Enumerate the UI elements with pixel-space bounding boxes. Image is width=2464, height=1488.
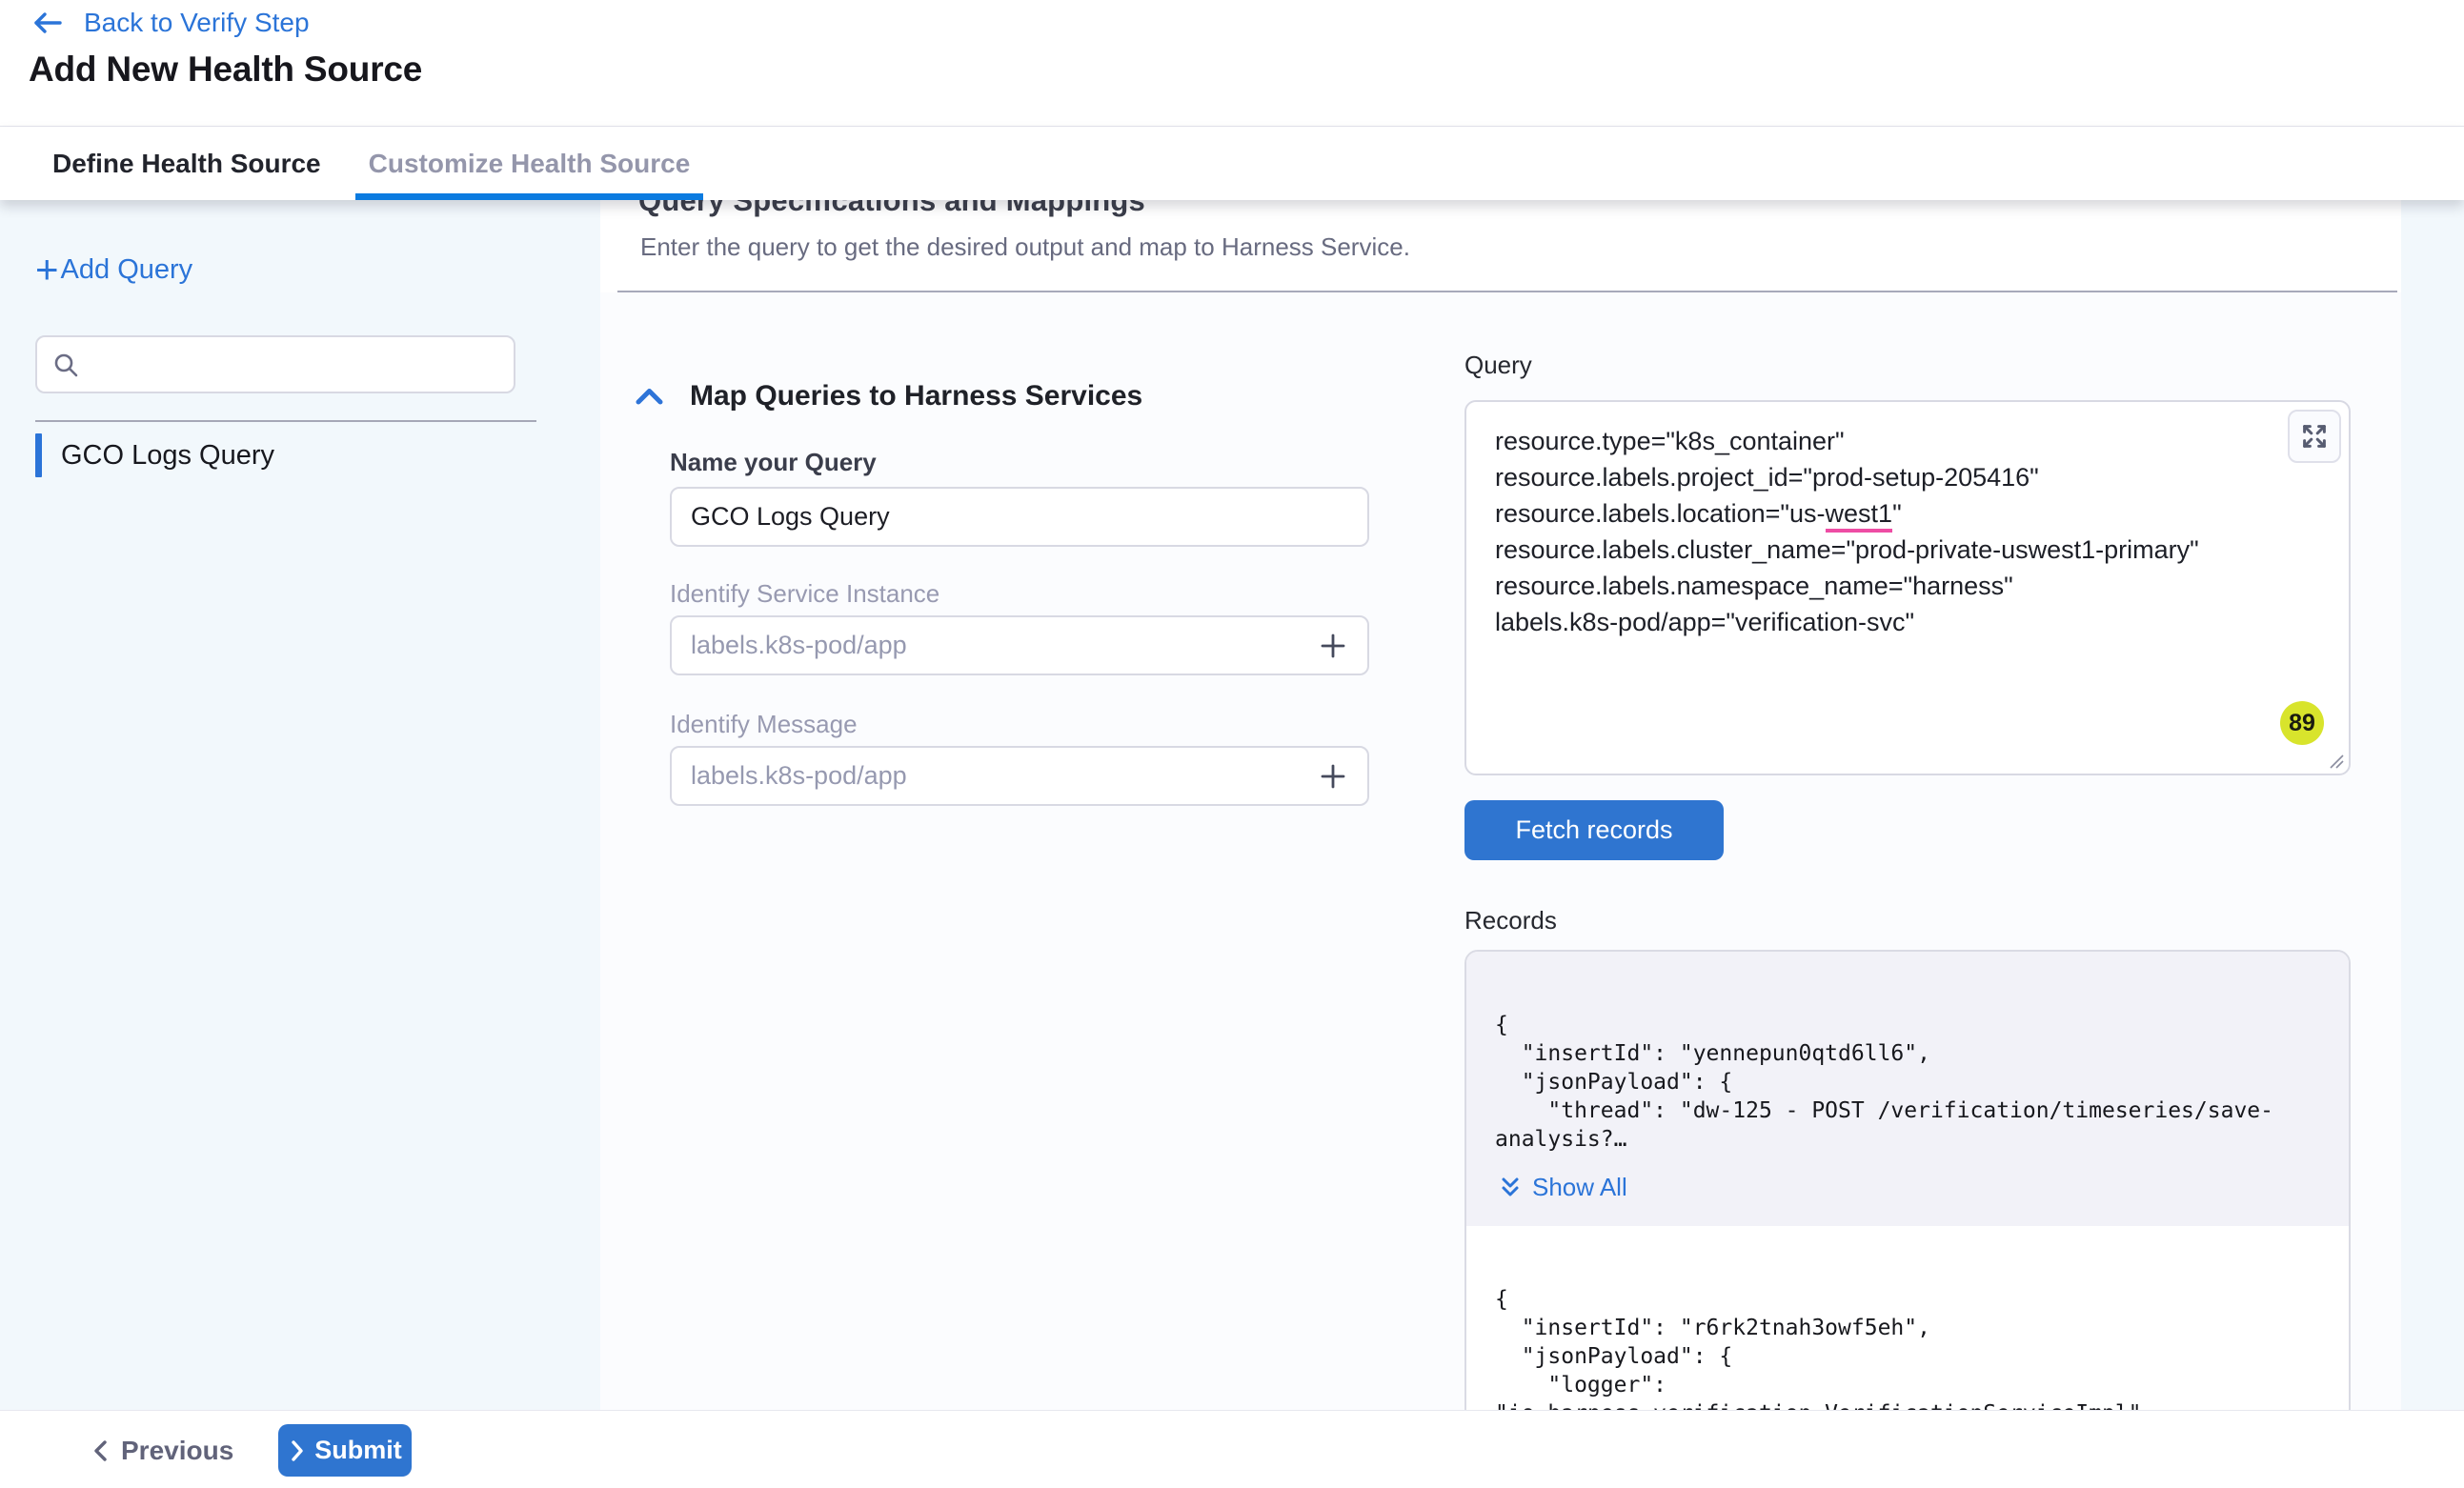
double-chevron-down-icon bbox=[1499, 1176, 1522, 1200]
expand-query-button[interactable] bbox=[2288, 410, 2341, 463]
plus-icon bbox=[1318, 631, 1348, 661]
record-json: { "insertId": "r6rk2tnah3owf5eh", "jsonP… bbox=[1466, 1226, 2349, 1410]
record-json: { "insertId": "yennepun0qtd6ll6", "jsonP… bbox=[1466, 952, 2349, 1154]
tab-customize-health-source[interactable]: Customize Health Source bbox=[355, 127, 704, 200]
submit-button[interactable]: Submit bbox=[278, 1424, 412, 1477]
record-item: { "insertId": "r6rk2tnah3owf5eh", "jsonP… bbox=[1466, 1226, 2349, 1410]
search-input[interactable] bbox=[91, 350, 498, 379]
footer-bar: Previous Submit bbox=[0, 1410, 2464, 1488]
tab-define-health-source[interactable]: Define Health Source bbox=[39, 127, 334, 200]
records-label: Records bbox=[1464, 906, 1557, 935]
record-item: { "insertId": "yennepun0qtd6ll6", "jsonP… bbox=[1466, 952, 2349, 1226]
app-header: Back to Verify Step Add New Health Sourc… bbox=[0, 0, 2464, 127]
section-subtitle: Enter the query to get the desired outpu… bbox=[640, 232, 1410, 262]
fetch-records-button[interactable]: Fetch records bbox=[1464, 800, 1724, 860]
name-query-label: Name your Query bbox=[670, 448, 877, 477]
records-panel: { "insertId": "yennepun0qtd6ll6", "jsonP… bbox=[1464, 950, 2351, 1410]
fullscreen-expand-icon bbox=[2300, 422, 2329, 451]
query-label: Query bbox=[1464, 351, 1532, 380]
add-query-label: Add Query bbox=[61, 254, 193, 286]
back-link-label: Back to Verify Step bbox=[84, 8, 310, 38]
query-list-item-selected[interactable]: GCO Logs Query bbox=[35, 432, 274, 478]
previous-label: Previous bbox=[121, 1436, 233, 1466]
sidebar-divider bbox=[35, 420, 536, 422]
query-sidebar: + Add Query GCO Logs Query bbox=[0, 200, 600, 1410]
back-arrow-icon bbox=[32, 10, 63, 35]
query-search-box bbox=[35, 335, 515, 393]
panel-header: Query Specifications and Mappings Enter … bbox=[600, 200, 2401, 292]
add-message-button[interactable] bbox=[1318, 761, 1348, 792]
add-query-button[interactable]: + Add Query bbox=[35, 250, 192, 290]
resize-grip[interactable] bbox=[2328, 753, 2345, 770]
chevron-up-icon bbox=[635, 386, 664, 407]
page-title: Add New Health Source bbox=[29, 50, 422, 90]
identify-message-input[interactable] bbox=[691, 761, 1304, 791]
plus-icon bbox=[1318, 761, 1348, 792]
search-icon bbox=[52, 352, 79, 378]
identify-message-label: Identify Message bbox=[670, 710, 858, 739]
selected-accent-bar bbox=[35, 433, 42, 477]
char-count-badge: 89 bbox=[2280, 701, 2324, 745]
main-panel: Query Specifications and Mappings Enter … bbox=[600, 200, 2401, 1410]
content-region: + Add Query GCO Logs Query Query Specifi… bbox=[0, 200, 2464, 1410]
tab-bar: Define Health Source Customize Health So… bbox=[0, 127, 2464, 200]
chevron-left-icon bbox=[91, 1438, 111, 1463]
show-all-link[interactable]: Show All bbox=[1499, 1173, 1627, 1202]
identify-service-instance-field bbox=[670, 615, 1369, 675]
map-queries-title: Map Queries to Harness Services bbox=[690, 380, 1142, 412]
query-editor[interactable]: resource.type="k8s_container" resource.l… bbox=[1464, 400, 2351, 775]
panel-body: Map Queries to Harness Services Name you… bbox=[600, 292, 2401, 1410]
submit-label: Submit bbox=[314, 1436, 402, 1465]
query-item-label: GCO Logs Query bbox=[61, 440, 274, 472]
chevron-right-icon bbox=[288, 1439, 307, 1462]
add-service-instance-button[interactable] bbox=[1318, 631, 1348, 661]
name-query-input[interactable] bbox=[691, 502, 1348, 532]
plus-icon: + bbox=[35, 250, 59, 290]
show-all-label: Show All bbox=[1532, 1173, 1627, 1202]
name-query-field bbox=[670, 487, 1369, 547]
previous-button[interactable]: Previous bbox=[91, 1430, 233, 1472]
section-title: Query Specifications and Mappings bbox=[638, 200, 1145, 218]
map-queries-collapse-header[interactable]: Map Queries to Harness Services bbox=[635, 380, 1142, 412]
identify-message-field bbox=[670, 746, 1369, 806]
identify-service-instance-input[interactable] bbox=[691, 631, 1304, 660]
query-text: resource.type="k8s_container" resource.l… bbox=[1495, 423, 2199, 640]
back-link[interactable]: Back to Verify Step bbox=[32, 8, 310, 38]
identify-service-instance-label: Identify Service Instance bbox=[670, 579, 939, 609]
